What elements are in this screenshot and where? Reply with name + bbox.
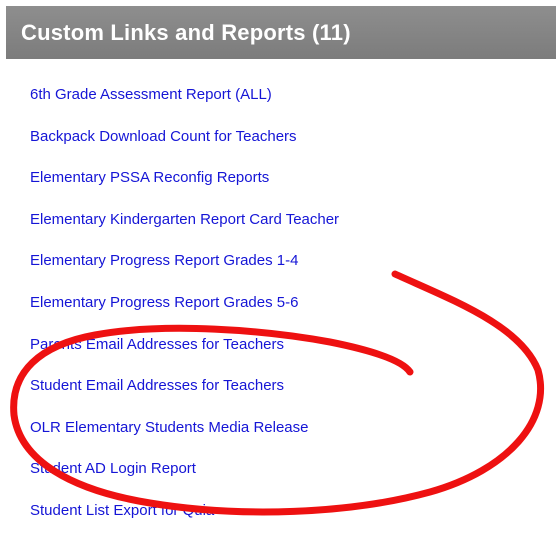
- link-kindergarten-report-card[interactable]: Elementary Kindergarten Report Card Teac…: [30, 211, 339, 228]
- link-progress-report-1-4[interactable]: Elementary Progress Report Grades 1-4: [30, 252, 298, 269]
- link-student-ad-login-report[interactable]: Student AD Login Report: [30, 460, 196, 477]
- link-olr-media-release[interactable]: OLR Elementary Students Media Release: [30, 419, 308, 436]
- list-item: Student AD Login Report: [30, 458, 339, 500]
- link-progress-report-5-6[interactable]: Elementary Progress Report Grades 5-6: [30, 294, 298, 311]
- link-6th-grade-assessment-report[interactable]: 6th Grade Assessment Report (ALL): [30, 86, 272, 103]
- link-student-email-addresses[interactable]: Student Email Addresses for Teachers: [30, 377, 284, 394]
- list-item: Elementary PSSA Reconfig Reports: [30, 167, 339, 209]
- list-item: Backpack Download Count for Teachers: [30, 126, 339, 168]
- list-item: 6th Grade Assessment Report (ALL): [30, 84, 339, 126]
- list-item: Elementary Kindergarten Report Card Teac…: [30, 209, 339, 251]
- list-item: Elementary Progress Report Grades 5-6: [30, 292, 339, 334]
- list-item: Student Email Addresses for Teachers: [30, 375, 339, 417]
- panel-header: Custom Links and Reports (11): [6, 6, 556, 59]
- list-item: Parents Email Addresses for Teachers: [30, 334, 339, 376]
- link-student-list-export-quia[interactable]: Student List Export for Quia: [30, 502, 214, 519]
- list-item: OLR Elementary Students Media Release: [30, 417, 339, 459]
- link-elementary-pssa-reconfig[interactable]: Elementary PSSA Reconfig Reports: [30, 169, 269, 186]
- custom-links-list: 6th Grade Assessment Report (ALL) Backpa…: [30, 84, 339, 542]
- link-backpack-download-count[interactable]: Backpack Download Count for Teachers: [30, 128, 297, 145]
- list-item: Student List Export for Quia: [30, 500, 339, 542]
- link-parents-email-addresses[interactable]: Parents Email Addresses for Teachers: [30, 336, 284, 353]
- list-item: Elementary Progress Report Grades 1-4: [30, 250, 339, 292]
- panel-title: Custom Links and Reports (11): [21, 19, 351, 45]
